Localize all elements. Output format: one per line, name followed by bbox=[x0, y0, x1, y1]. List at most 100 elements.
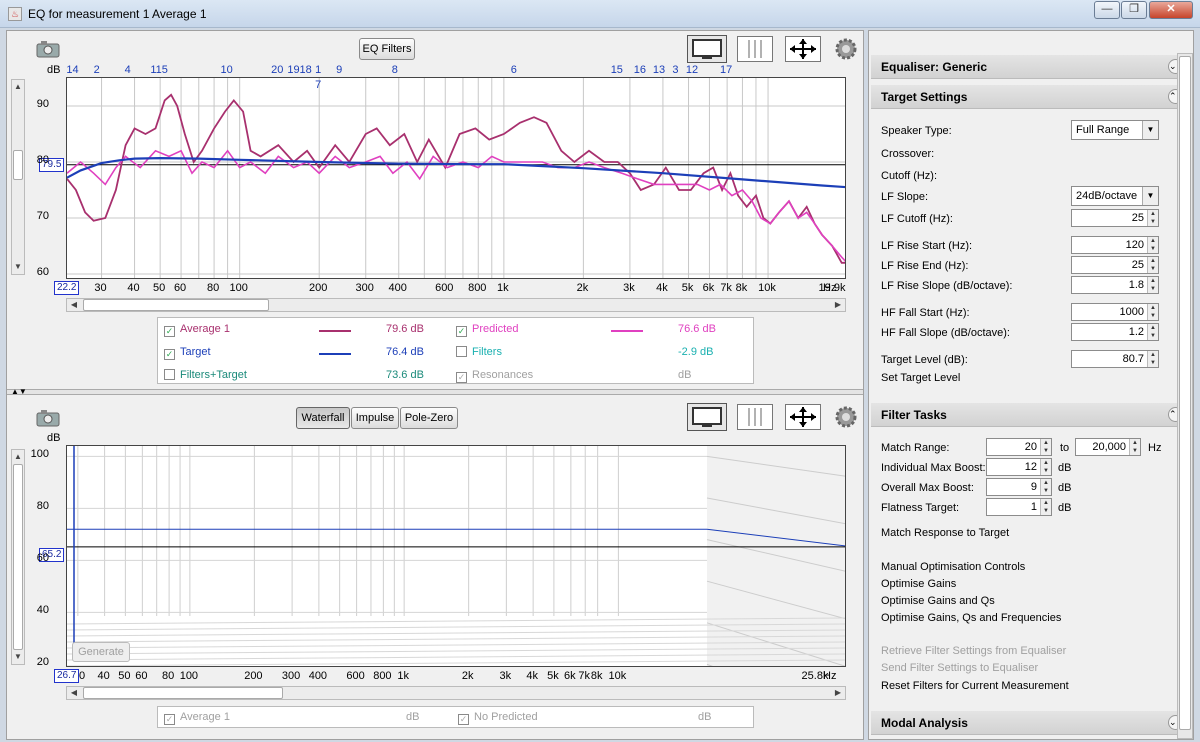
spinner-icon[interactable]: ▲ ▼ bbox=[1129, 439, 1140, 455]
columns-view-icon[interactable] bbox=[737, 36, 773, 62]
retrieve-filter-settings-link[interactable]: Retrieve Filter Settings from Equaliser bbox=[881, 645, 1066, 657]
optimise-gains-link[interactable]: Optimise Gains bbox=[881, 578, 956, 590]
scroll-up-icon[interactable]: ▲ bbox=[12, 80, 24, 94]
spinner-icon[interactable]: ▲ ▼ bbox=[1147, 304, 1158, 320]
checkbox-icon[interactable]: ✓ bbox=[164, 349, 175, 360]
settings-scrollbar[interactable] bbox=[1177, 53, 1193, 739]
top-vertical-scrollbar[interactable]: ▲ ▼ bbox=[11, 79, 25, 275]
checkbox-icon[interactable] bbox=[164, 369, 175, 380]
scroll-thumb[interactable] bbox=[13, 150, 23, 180]
spinner-icon[interactable]: ▲ ▼ bbox=[1147, 351, 1158, 367]
spinner-icon[interactable]: ▲ ▼ bbox=[1147, 237, 1158, 253]
legend-no-predicted[interactable]: ✓ No Predicted bbox=[458, 711, 538, 725]
lf-rise-start-field[interactable]: 120 ▲ ▼ bbox=[1071, 236, 1159, 254]
speaker-type-select[interactable]: Full Range ▼ bbox=[1071, 120, 1159, 140]
lf-rise-slope-field[interactable]: 1.8 ▲ ▼ bbox=[1071, 276, 1159, 294]
legend-item[interactable]: ✓ Predicted bbox=[456, 323, 518, 337]
lf-slope-select[interactable]: 24dB/octave ▼ bbox=[1071, 186, 1159, 206]
legend-average-1[interactable]: ✓ Average 1 bbox=[164, 711, 230, 725]
modal-analysis-header[interactable]: Modal Analysis⌄⌄ bbox=[871, 711, 1191, 735]
filter-number-label[interactable]: 3 bbox=[672, 64, 678, 76]
gear-icon[interactable] bbox=[834, 37, 858, 61]
filter-number-label[interactable]: 1918 bbox=[287, 64, 311, 76]
generate-button[interactable]: Generate bbox=[72, 642, 130, 662]
filter-number-label[interactable]: 16 bbox=[634, 64, 646, 76]
checkbox-icon[interactable] bbox=[456, 346, 467, 357]
filter-number-label[interactable]: 6 bbox=[511, 64, 517, 76]
zoom-fit-icon[interactable] bbox=[785, 36, 821, 62]
filter-number-label[interactable]: 12 bbox=[686, 64, 698, 76]
tab-pole-zero[interactable]: Pole-Zero bbox=[400, 407, 458, 429]
camera-icon[interactable] bbox=[35, 39, 63, 59]
scroll-thumb[interactable] bbox=[83, 299, 269, 311]
tab-waterfall[interactable]: Waterfall bbox=[296, 407, 350, 429]
bottom-horizontal-scrollbar[interactable]: ◀ ▶ bbox=[66, 686, 846, 700]
set-target-level-link[interactable]: Set Target Level bbox=[881, 372, 960, 384]
zoom-fit-icon[interactable] bbox=[785, 404, 821, 430]
scroll-thumb[interactable] bbox=[1179, 56, 1191, 730]
filter-number-label[interactable]: 20 bbox=[271, 64, 283, 76]
flatness-target-field[interactable]: 1 ▲ ▼ bbox=[986, 498, 1052, 516]
overlay-view-icon[interactable] bbox=[687, 35, 727, 63]
optimise-gains-qs-link[interactable]: Optimise Gains and Qs bbox=[881, 595, 995, 607]
filter-number-label[interactable]: 2 bbox=[94, 64, 100, 76]
legend-item[interactable]: ✓ Resonances bbox=[456, 369, 533, 383]
legend-item[interactable]: ✓ Target bbox=[164, 346, 211, 360]
optimise-gains-qs-freq-link[interactable]: Optimise Gains, Qs and Frequencies bbox=[881, 612, 1061, 624]
filter-number-label[interactable]: 115 bbox=[150, 64, 168, 76]
target-settings-header[interactable]: Target Settings⌃⌃ bbox=[871, 85, 1191, 109]
filter-number-label[interactable]: 4 bbox=[125, 64, 131, 76]
filter-tasks-header[interactable]: Filter Tasks⌃⌃ bbox=[871, 403, 1191, 427]
individual-max-boost-field[interactable]: 12 ▲ ▼ bbox=[986, 458, 1052, 476]
filter-number-label[interactable]: 14 bbox=[66, 64, 78, 76]
scroll-thumb[interactable] bbox=[13, 464, 23, 650]
filter-number-label[interactable]: 10 bbox=[220, 64, 232, 76]
target-level-field[interactable]: 80.7 ▲ ▼ bbox=[1071, 350, 1159, 368]
pane-splitter[interactable]: ▲▼ bbox=[7, 388, 863, 396]
spinner-icon[interactable]: ▲ ▼ bbox=[1147, 210, 1158, 226]
gear-icon[interactable] bbox=[834, 405, 858, 429]
manual-optimisation-link[interactable]: Manual Optimisation Controls bbox=[881, 561, 1025, 573]
scroll-left-icon[interactable]: ◀ bbox=[67, 687, 81, 699]
match-range-to-field[interactable]: 20,000 ▲ ▼ bbox=[1075, 438, 1141, 456]
frequency-response-plot[interactable] bbox=[66, 77, 846, 279]
spinner-icon[interactable]: ▲ ▼ bbox=[1147, 324, 1158, 340]
filter-number-label[interactable]: 1 bbox=[315, 64, 321, 76]
columns-view-icon[interactable] bbox=[737, 404, 773, 430]
camera-icon[interactable] bbox=[35, 408, 63, 428]
filter-number-label[interactable]: 13 bbox=[653, 64, 665, 76]
bottom-vertical-scrollbar[interactable]: ▲ ▼ bbox=[11, 449, 25, 665]
spinner-icon[interactable]: ▲ ▼ bbox=[1040, 499, 1051, 515]
hf-fall-slope-field[interactable]: 1.2 ▲ ▼ bbox=[1071, 323, 1159, 341]
spinner-icon[interactable]: ▲ ▼ bbox=[1147, 277, 1158, 293]
maximize-button[interactable]: ❐ bbox=[1121, 1, 1147, 19]
scroll-right-icon[interactable]: ▶ bbox=[831, 687, 845, 699]
close-button[interactable]: ✕ bbox=[1149, 1, 1193, 19]
scroll-right-icon[interactable]: ▶ bbox=[831, 299, 845, 311]
legend-item[interactable]: ✓ Average 1 bbox=[164, 323, 230, 337]
scroll-down-icon[interactable]: ▼ bbox=[12, 650, 24, 664]
chevron-down-icon[interactable]: ▼ bbox=[1142, 121, 1158, 139]
scroll-left-icon[interactable]: ◀ bbox=[67, 299, 81, 311]
minimize-button[interactable]: — bbox=[1094, 1, 1120, 19]
filter-number-label[interactable]: 15 bbox=[611, 64, 623, 76]
eq-filters-button[interactable]: EQ Filters bbox=[359, 38, 415, 60]
overall-max-boost-field[interactable]: 9 ▲ ▼ bbox=[986, 478, 1052, 496]
scroll-thumb[interactable] bbox=[83, 687, 283, 699]
top-horizontal-scrollbar[interactable]: ◀ ▶ bbox=[66, 298, 846, 312]
lf-cutoff-field[interactable]: 25 ▲ ▼ bbox=[1071, 209, 1159, 227]
checkbox-icon[interactable]: ✓ bbox=[456, 372, 467, 383]
spinner-icon[interactable]: ▲ ▼ bbox=[1040, 479, 1051, 495]
checkbox-icon[interactable]: ✓ bbox=[456, 326, 467, 337]
filter-number-label[interactable]: 17 bbox=[720, 64, 732, 76]
filter-number-label[interactable]: 9 bbox=[336, 64, 342, 76]
legend-item[interactable]: Filters+Target bbox=[164, 369, 247, 381]
overlay-view-icon[interactable] bbox=[687, 403, 727, 431]
spinner-icon[interactable]: ▲ ▼ bbox=[1147, 257, 1158, 273]
tab-impulse[interactable]: Impulse bbox=[351, 407, 399, 429]
legend-item[interactable]: Filters bbox=[456, 346, 502, 358]
spinner-icon[interactable]: ▲ ▼ bbox=[1040, 459, 1051, 475]
waterfall-plot[interactable]: Generate bbox=[66, 445, 846, 667]
filter-number-label[interactable]: 8 bbox=[392, 64, 398, 76]
match-response-link[interactable]: Match Response to Target bbox=[881, 527, 1009, 539]
